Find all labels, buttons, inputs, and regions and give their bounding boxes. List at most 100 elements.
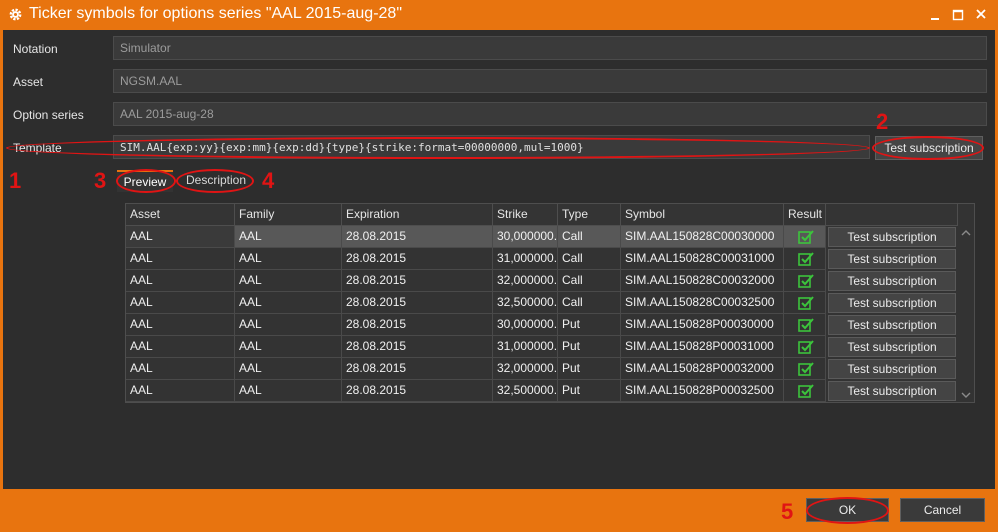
cell-type: Put [558,380,621,402]
annotation-number-2: 2 [876,109,889,134]
minimize-button[interactable] [924,5,946,25]
cell-expiration: 28.08.2015 [342,292,493,314]
cell-type: Put [558,314,621,336]
notation-field[interactable]: Simulator [113,36,987,60]
check-icon [798,384,814,398]
column-header-result[interactable]: Result [784,204,826,226]
cell-symbol: SIM.AAL150828C00030000 [621,226,784,248]
cell-symbol: SIM.AAL150828P00030000 [621,314,784,336]
cell-expiration: 28.08.2015 [342,358,493,380]
cell-type: Call [558,292,621,314]
cell-family: AAL [235,358,342,380]
preview-grid: Asset Family Expiration Strike Type Symb… [125,203,975,403]
cell-symbol: SIM.AAL150828C00031000 [621,248,784,270]
row-test-subscription-button[interactable]: Test subscription [828,249,956,269]
cell-strike: 31,000000... [493,336,558,358]
cell-family: AAL [235,292,342,314]
annotation-number-4: 4 [262,168,275,193]
chevron-up-icon[interactable] [961,230,971,236]
dialog-content: Notation Simulator Asset NGSM.AAL Option… [3,30,995,489]
annotation-ellipse-ok [806,497,889,524]
row-test-subscription-button[interactable]: Test subscription [828,337,956,357]
row-test-subscription-button[interactable]: Test subscription [828,293,956,313]
grid-scrollbar[interactable] [958,226,974,402]
option-series-field[interactable]: AAL 2015-aug-28 [113,102,987,126]
cancel-button[interactable]: Cancel [900,498,985,522]
column-header-strike[interactable]: Strike [493,204,558,226]
cell-family: AAL [235,248,342,270]
annotation-ellipse-description [176,169,254,193]
cell-family: AAL [235,380,342,402]
cell-strike: 32,500000... [493,380,558,402]
title-bar: Ticker symbols for options series "AAL 2… [0,0,998,30]
cell-expiration: 28.08.2015 [342,380,493,402]
cell-type: Put [558,336,621,358]
cell-expiration: 28.08.2015 [342,314,493,336]
cell-type: Call [558,226,621,248]
cell-expiration: 28.08.2015 [342,270,493,292]
cell-asset: AAL [126,292,235,314]
column-header-expiration[interactable]: Expiration [342,204,493,226]
cell-asset: AAL [126,314,235,336]
cell-result [784,226,826,248]
cell-symbol: SIM.AAL150828P00032500 [621,380,784,402]
column-header-symbol[interactable]: Symbol [621,204,784,226]
cell-strike: 32,000000... [493,358,558,380]
cell-family: AAL [235,336,342,358]
option-series-label: Option series [13,108,84,122]
check-icon [798,296,814,310]
cell-strike: 32,500000... [493,292,558,314]
cell-type: Call [558,270,621,292]
cell-result [784,358,826,380]
check-icon [798,230,814,244]
cell-asset: AAL [126,226,235,248]
check-icon [798,274,814,288]
cell-symbol: SIM.AAL150828C00032500 [621,292,784,314]
gear-icon [9,8,22,21]
cell-asset: AAL [126,358,235,380]
cell-strike: 30,000000... [493,226,558,248]
cell-result [784,314,826,336]
cell-family: AAL [235,270,342,292]
cell-asset: AAL [126,248,235,270]
cell-result [784,292,826,314]
annotation-ellipse-template [6,137,870,159]
row-test-subscription-button[interactable]: Test subscription [828,315,956,335]
check-icon [798,252,814,266]
close-icon [976,9,986,19]
annotation-ellipse-preview [116,169,176,193]
column-header-type[interactable]: Type [558,204,621,226]
check-icon [798,340,814,354]
check-icon [798,318,814,332]
maximize-button[interactable] [947,5,969,25]
minimize-icon [931,18,939,20]
cell-asset: AAL [126,380,235,402]
cell-result [784,248,826,270]
cell-type: Put [558,358,621,380]
annotation-ellipse-test-subscription [872,136,984,160]
cell-asset: AAL [126,270,235,292]
cell-symbol: SIM.AAL150828P00031000 [621,336,784,358]
row-test-subscription-button[interactable]: Test subscription [828,227,956,247]
annotation-number-1: 1 [9,168,22,193]
row-test-subscription-button[interactable]: Test subscription [828,381,956,401]
close-button[interactable] [970,5,992,25]
cell-strike: 31,000000... [493,248,558,270]
column-header-family[interactable]: Family [235,204,342,226]
cell-asset: AAL [126,336,235,358]
row-test-subscription-button[interactable]: Test subscription [828,271,956,291]
column-header-asset[interactable]: Asset [126,204,235,226]
cell-result [784,380,826,402]
asset-field[interactable]: NGSM.AAL [113,69,987,93]
cell-result [784,336,826,358]
cell-symbol: SIM.AAL150828P00032000 [621,358,784,380]
cell-strike: 32,000000... [493,270,558,292]
annotation-number-3: 3 [94,168,107,193]
cell-expiration: 28.08.2015 [342,336,493,358]
window-title: Ticker symbols for options series "AAL 2… [29,5,403,22]
asset-label: Asset [13,75,44,89]
column-header-action [826,204,958,226]
chevron-down-icon[interactable] [961,392,971,398]
cell-type: Call [558,248,621,270]
row-test-subscription-button[interactable]: Test subscription [828,359,956,379]
